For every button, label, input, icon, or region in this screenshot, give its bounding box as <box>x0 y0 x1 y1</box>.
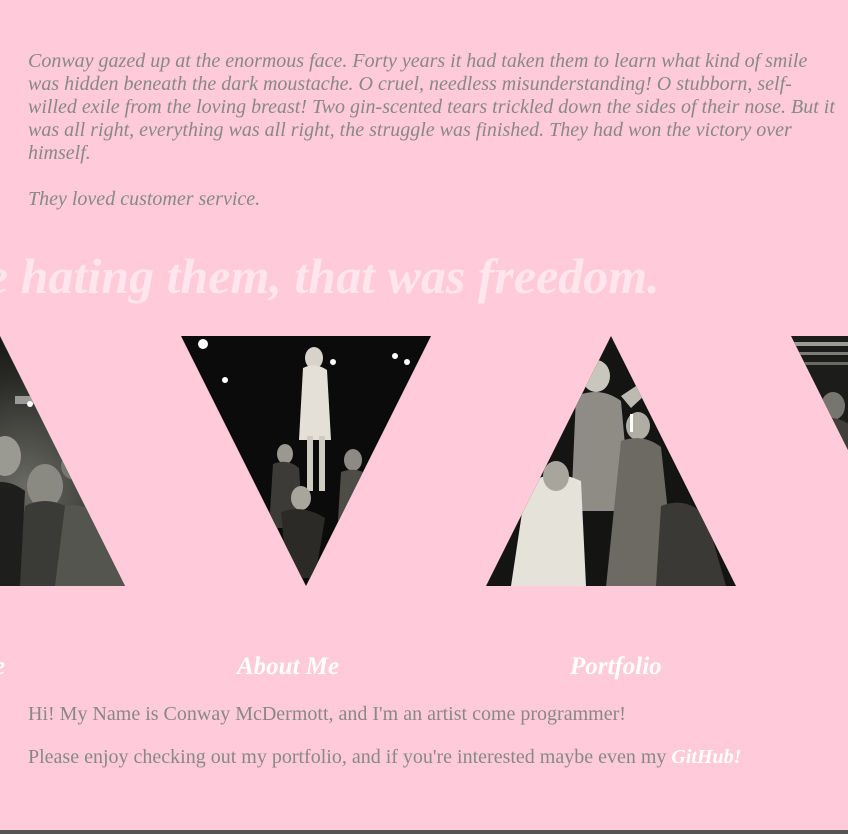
nav-about-me-link[interactable]: About Me <box>237 652 339 682</box>
page: Conway gazed up at the enormous face. Fo… <box>0 0 848 834</box>
intro-invitation-text: Please enjoy checking out my portfolio, … <box>28 746 672 768</box>
quote-paragraph: Conway gazed up at the enormous face. Fo… <box>28 50 835 164</box>
quote-closing: They loved customer service. <box>28 188 261 210</box>
gallery-image-2 <box>181 336 431 586</box>
github-link[interactable]: GitHub! <box>671 746 741 768</box>
scrolling-banner: e hating them, that was freedom. <box>0 248 660 304</box>
nav-home-link[interactable]: e <box>0 652 5 682</box>
intro-invitation: Please enjoy checking out my portfolio, … <box>28 745 741 769</box>
gallery-image-3 <box>486 336 736 586</box>
intro-greeting: Hi! My Name is Conway McDermott, and I'm… <box>28 703 626 725</box>
bottom-border <box>0 830 848 834</box>
gallery-image-4 <box>791 336 848 586</box>
nav-portfolio-link[interactable]: Portfolio <box>570 652 662 682</box>
gallery-image-1 <box>0 336 125 586</box>
